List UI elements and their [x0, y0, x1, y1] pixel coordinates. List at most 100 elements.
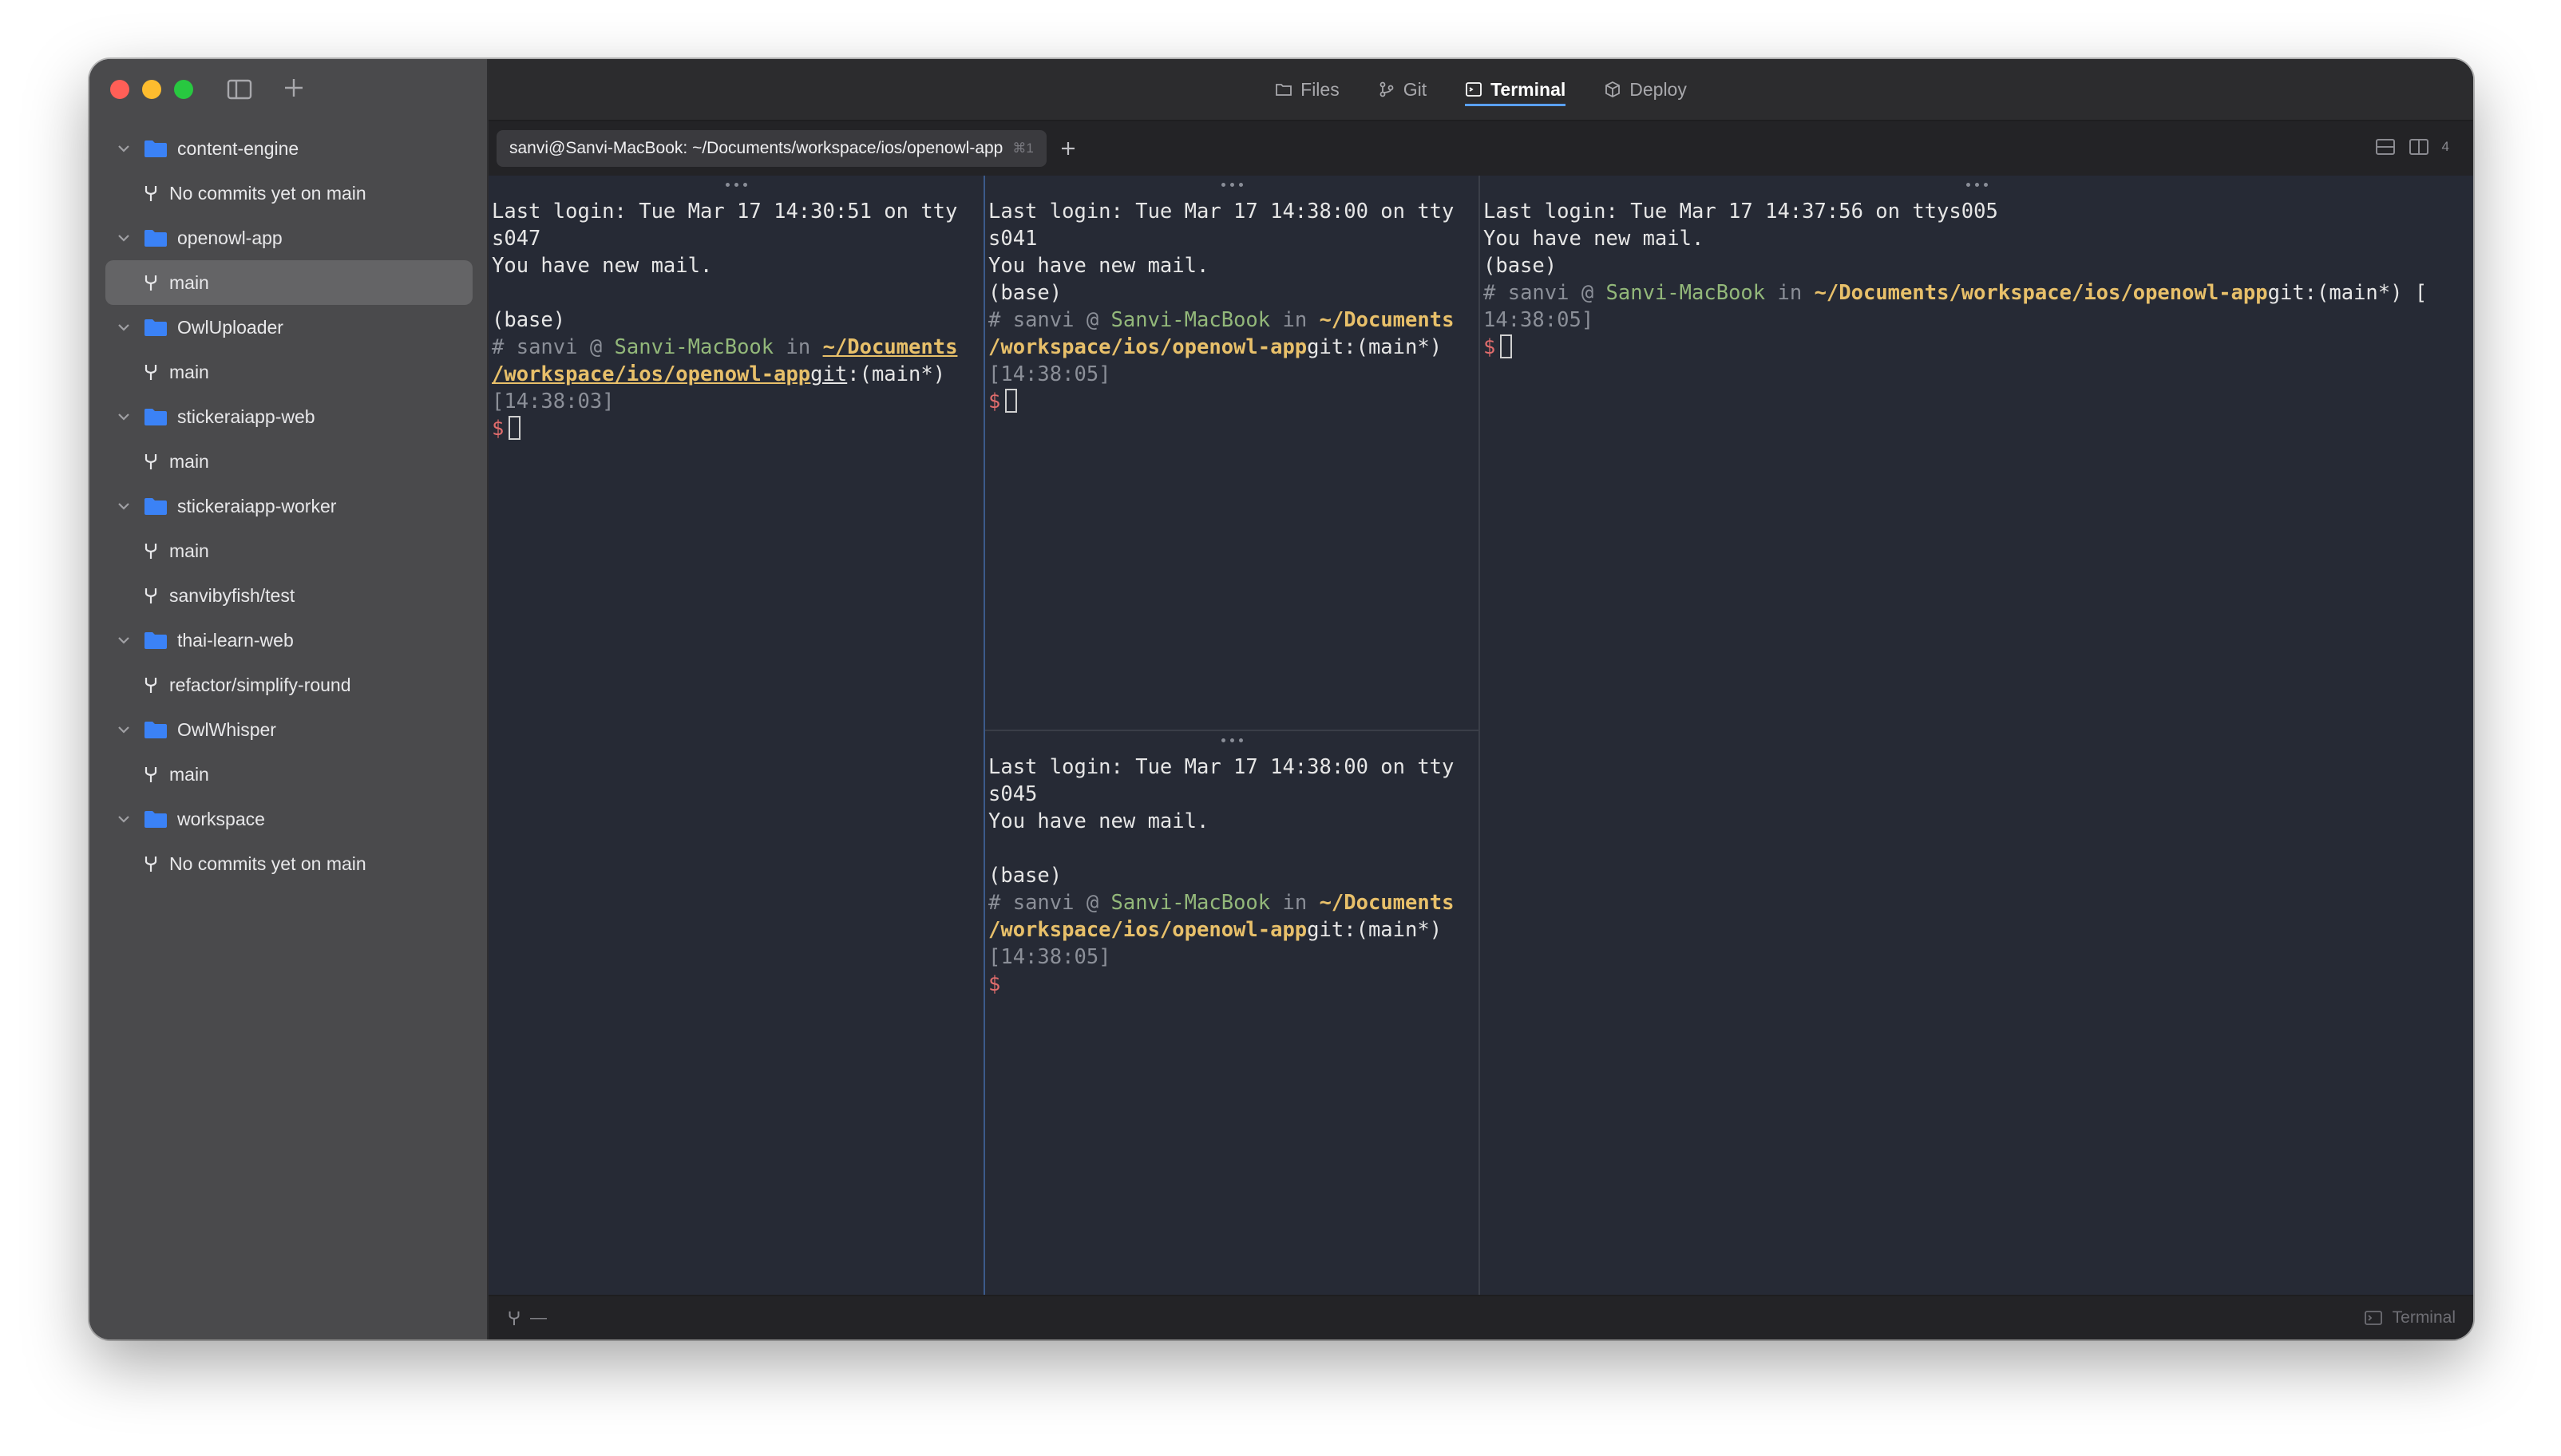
pane-drag-handle[interactable]: [985, 731, 1478, 749]
branch-row-selected[interactable]: main: [105, 260, 473, 305]
minimize-window-button[interactable]: [142, 80, 161, 99]
branch-row[interactable]: main: [89, 752, 487, 797]
split-controls: 4: [2375, 137, 2449, 156]
pane-drag-handle[interactable]: [489, 176, 984, 193]
terminal-pane-4[interactable]: Last login: Tue Mar 17 14:38:00 on tty s…: [985, 731, 1478, 1295]
terminal-icon: [1466, 82, 1482, 97]
terminal-output[interactable]: Last login: Tue Mar 17 14:38:00 on tty s…: [988, 198, 1478, 415]
chevron-down-icon[interactable]: [115, 229, 133, 247]
status-bar: — Terminal: [489, 1295, 2473, 1339]
branch-name: main: [169, 540, 209, 561]
sidebar-toggle-icon[interactable]: [227, 78, 252, 101]
branch-name: main: [169, 271, 209, 293]
branch-icon: [144, 857, 157, 872]
main-area: Files Git Terminal Deploy sanvi@Sanvi-Ma…: [489, 59, 2473, 1339]
tab-terminal[interactable]: Terminal: [1465, 59, 1566, 121]
chevron-down-icon[interactable]: [115, 721, 133, 738]
project-name: workspace: [177, 808, 265, 829]
status-terminal-label: Terminal: [2392, 1308, 2456, 1327]
folder-icon: [144, 498, 167, 515]
terminal-pane-3[interactable]: Last login: Tue Mar 17 14:37:56 on ttys0…: [1480, 176, 2473, 1295]
project-row[interactable]: OwlWhisper: [89, 707, 487, 752]
project-row[interactable]: stickeraiapp-worker: [89, 484, 487, 528]
project-name: stickeraiapp-worker: [177, 495, 337, 516]
branch-row[interactable]: No commits yet on main: [89, 171, 487, 216]
zoom-window-button[interactable]: [174, 80, 193, 99]
project-name: OwlWhisper: [177, 718, 276, 740]
branch-row[interactable]: main: [89, 350, 487, 394]
branch-row[interactable]: main: [89, 528, 487, 573]
tab-git-label: Git: [1403, 78, 1427, 100]
project-row[interactable]: content-engine: [89, 126, 487, 171]
pane-drag-handle[interactable]: [1480, 176, 2473, 193]
split-horizontal-icon[interactable]: [2375, 137, 2396, 156]
add-project-icon[interactable]: [281, 75, 307, 101]
chevron-down-icon[interactable]: [115, 408, 133, 425]
project-name: thai-learn-web: [177, 629, 294, 651]
branch-icon: [509, 1311, 520, 1326]
tab-git[interactable]: Git: [1378, 59, 1427, 121]
project-row[interactable]: thai-learn-web: [89, 618, 487, 663]
pane-divider[interactable]: [984, 176, 985, 1295]
chevron-down-icon[interactable]: [115, 318, 133, 336]
terminal-tab-strip: sanvi@Sanvi-MacBook: ~/Documents/workspa…: [489, 121, 2473, 176]
branch-icon: [144, 186, 157, 201]
branch-icon: [144, 275, 157, 291]
pane-divider[interactable]: [985, 730, 1478, 731]
terminal-pane-2[interactable]: Last login: Tue Mar 17 14:38:00 on tty s…: [985, 176, 1478, 730]
project-row[interactable]: openowl-app: [89, 216, 487, 260]
chevron-down-icon[interactable]: [115, 631, 133, 649]
project-row[interactable]: OwlUploader: [89, 305, 487, 350]
chevron-down-icon[interactable]: [115, 140, 133, 157]
sidebar: content-engine No commits yet on main op…: [89, 59, 489, 1339]
branch-row[interactable]: sanvibyfish/test: [89, 573, 487, 618]
terminal-output[interactable]: Last login: Tue Mar 17 14:37:56 on ttys0…: [1483, 198, 2473, 361]
status-right: Terminal: [2364, 1308, 2456, 1327]
branch-name: No commits yet on main: [169, 182, 366, 204]
chevron-down-icon[interactable]: [115, 810, 133, 828]
terminal-pane-1[interactable]: Last login: Tue Mar 17 14:30:51 on tty s…: [489, 176, 984, 1295]
pane-divider[interactable]: [1478, 176, 1480, 1295]
branch-icon: [144, 678, 157, 693]
terminal-cursor: [1500, 334, 1513, 358]
split-vertical-icon[interactable]: [2409, 137, 2429, 156]
project-name: OwlUploader: [177, 316, 283, 338]
pane-drag-handle[interactable]: [985, 176, 1478, 193]
branch-icon: [144, 454, 157, 469]
branch-name: main: [169, 763, 209, 785]
project-name: openowl-app: [177, 227, 283, 248]
branch-icon: [144, 365, 157, 380]
folder-icon: [144, 319, 167, 336]
project-name: stickeraiapp-web: [177, 406, 315, 427]
branch-row[interactable]: No commits yet on main: [89, 841, 487, 886]
tab-deploy[interactable]: Deploy: [1604, 59, 1687, 121]
new-tab-icon[interactable]: [1058, 138, 1079, 159]
branch-name: main: [169, 361, 209, 382]
tab-files[interactable]: Files: [1275, 59, 1340, 121]
close-window-button[interactable]: [110, 80, 129, 99]
folder-outline-icon: [1276, 84, 1292, 96]
terminal-tab[interactable]: sanvi@Sanvi-MacBook: ~/Documents/workspa…: [497, 130, 1047, 167]
chevron-down-icon[interactable]: [115, 497, 133, 515]
branch-name: refactor/simplify-round: [169, 674, 351, 695]
branch-name: main: [169, 450, 209, 472]
branch-row[interactable]: refactor/simplify-round: [89, 663, 487, 707]
tab-terminal-label: Terminal: [1490, 78, 1566, 100]
terminal-output[interactable]: Last login: Tue Mar 17 14:30:51 on tty s…: [492, 198, 984, 442]
terminal-panes: Last login: Tue Mar 17 14:30:51 on tty s…: [489, 176, 2473, 1295]
pane-count: 4: [2441, 139, 2449, 154]
terminal-output[interactable]: Last login: Tue Mar 17 14:38:00 on tty s…: [988, 754, 1478, 998]
tab-files-label: Files: [1300, 78, 1340, 100]
git-branch-icon: [1379, 81, 1394, 97]
traffic-lights: [110, 80, 193, 99]
folder-icon: [144, 230, 167, 247]
terminal-cursor: [1005, 389, 1018, 413]
tab-deploy-label: Deploy: [1629, 78, 1687, 100]
project-row[interactable]: workspace: [89, 797, 487, 841]
branch-row[interactable]: main: [89, 439, 487, 484]
branch-icon: [144, 588, 157, 603]
branch-name: No commits yet on main: [169, 853, 366, 874]
project-row[interactable]: stickeraiapp-web: [89, 394, 487, 439]
package-icon: [1605, 81, 1621, 98]
branch-icon: [144, 544, 157, 559]
